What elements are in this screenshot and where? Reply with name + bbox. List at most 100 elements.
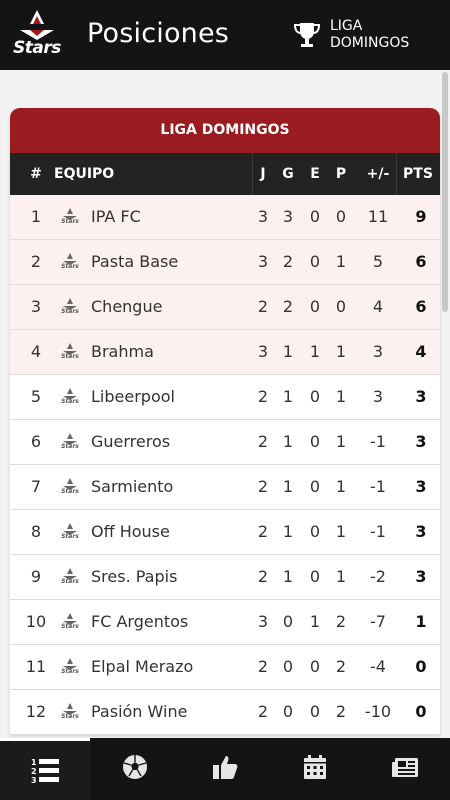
team-logo-text: Stars	[61, 578, 79, 585]
table-row[interactable]: 12 Stars Pasión Wine 2 0 0 2 -10 0	[10, 690, 440, 735]
row-played: 2	[257, 432, 269, 451]
team-logo-text: Stars	[61, 533, 79, 540]
table-row[interactable]: 9 Stars Sres. Papis 2 1 0 1 -2 3	[10, 555, 440, 600]
column-won: G	[282, 166, 294, 182]
row-points: 3	[415, 477, 427, 496]
row-won: 2	[282, 252, 294, 271]
row-position: 12	[25, 702, 47, 721]
table-row[interactable]: 1 Stars IPA FC 3 3 0 0 11 9	[10, 195, 440, 240]
table-row[interactable]: 6 Stars Guerreros 2 1 0 1 -1 3	[10, 420, 440, 465]
nav-news[interactable]	[360, 738, 450, 800]
row-team-name: Pasión Wine	[91, 702, 188, 721]
row-team-name: Chengue	[91, 297, 163, 316]
row-points: 4	[415, 342, 427, 361]
row-played: 3	[257, 207, 269, 226]
row-points: 3	[415, 432, 427, 451]
row-played: 2	[257, 477, 269, 496]
row-position: 6	[30, 432, 42, 451]
table-row[interactable]: 11 Stars Elpal Merazo 2 0 0 2 -4 0	[10, 645, 440, 690]
row-goal-difference: 4	[372, 297, 384, 316]
row-team-name: Sarmiento	[91, 477, 174, 496]
row-lost: 1	[335, 522, 347, 541]
league-label: LIGA DOMINGOS	[330, 18, 410, 51]
column-goal-difference: +/-	[366, 166, 390, 182]
row-goal-difference: -1	[370, 477, 386, 496]
nav-matches[interactable]	[90, 738, 180, 800]
table-row[interactable]: 4 Stars Brahma 3 1 1 1 3 4	[10, 330, 440, 375]
row-position: 1	[30, 207, 42, 226]
row-goal-difference: 5	[372, 252, 384, 271]
row-points: 0	[415, 657, 427, 676]
column-divider	[396, 153, 397, 195]
table-row[interactable]: 8 Stars Off House 2 1 0 1 -1 3	[10, 510, 440, 555]
table-row[interactable]: 7 Stars Sarmiento 2 1 0 1 -1 3	[10, 465, 440, 510]
row-lost: 1	[335, 432, 347, 451]
row-points: 9	[415, 207, 427, 226]
row-drawn: 0	[309, 252, 321, 271]
row-goal-difference: -1	[370, 432, 386, 451]
nav-standings[interactable]: 1 2 3	[0, 738, 90, 800]
row-lost: 2	[335, 702, 347, 721]
row-drawn: 0	[309, 432, 321, 451]
row-played: 3	[257, 252, 269, 271]
row-goal-difference: -1	[370, 522, 386, 541]
team-logo-text: Stars	[61, 623, 79, 630]
row-lost: 1	[335, 252, 347, 271]
row-drawn: 0	[309, 207, 321, 226]
standings-scroll-area[interactable]: LIGA DOMINGOS # EQUIPO J G E P +/- PTS 1…	[0, 70, 450, 738]
team-logo-icon: Stars	[57, 566, 83, 588]
nav-calendar[interactable]	[270, 738, 360, 800]
column-position: #	[30, 166, 42, 182]
row-team-name: Libeerpool	[91, 387, 175, 406]
table-row[interactable]: 2 Stars Pasta Base 3 2 0 1 5 6	[10, 240, 440, 285]
table-title: LIGA DOMINGOS	[10, 108, 440, 153]
row-played: 3	[257, 612, 269, 631]
table-row[interactable]: 3 Stars Chengue 2 2 0 0 4 6	[10, 285, 440, 330]
column-team: EQUIPO	[54, 166, 115, 182]
league-selector-button[interactable]: LIGA DOMINGOS	[288, 14, 438, 58]
team-logo-text: Stars	[61, 713, 79, 720]
column-lost: P	[335, 166, 347, 182]
row-team-name: Off House	[91, 522, 170, 541]
row-points: 3	[415, 567, 427, 586]
team-logo-text: Stars	[61, 308, 79, 315]
row-points: 1	[415, 612, 427, 631]
row-drawn: 0	[309, 387, 321, 406]
row-lost: 1	[335, 387, 347, 406]
row-won: 1	[282, 342, 294, 361]
standings-table: LIGA DOMINGOS # EQUIPO J G E P +/- PTS 1…	[10, 108, 440, 735]
row-won: 1	[282, 567, 294, 586]
scrollbar-thumb[interactable]	[442, 72, 448, 312]
row-drawn: 0	[309, 477, 321, 496]
row-position: 9	[30, 567, 42, 586]
row-played: 2	[257, 657, 269, 676]
row-goal-difference: -7	[370, 612, 386, 631]
row-points: 3	[415, 522, 427, 541]
stars-logo[interactable]: Stars	[6, 8, 68, 60]
row-drawn: 0	[309, 657, 321, 676]
team-logo-icon: Stars	[57, 521, 83, 543]
row-team-name: Guerreros	[91, 432, 171, 451]
row-played: 2	[257, 522, 269, 541]
row-goal-difference: -10	[364, 702, 392, 721]
row-position: 2	[30, 252, 42, 271]
table-row[interactable]: 10 Stars FC Argentos 3 0 1 2 -7 1	[10, 600, 440, 645]
row-position: 5	[30, 387, 42, 406]
row-won: 0	[282, 612, 294, 631]
column-played: J	[260, 166, 266, 182]
row-team-name: Sres. Papis	[91, 567, 178, 586]
row-played: 2	[257, 702, 269, 721]
row-won: 1	[282, 477, 294, 496]
thumbs-up-icon	[213, 756, 238, 779]
row-team-name: IPA FC	[91, 207, 141, 226]
team-logo-text: Stars	[61, 353, 79, 360]
svg-text:3: 3	[31, 776, 37, 784]
row-position: 10	[25, 612, 47, 631]
row-goal-difference: 11	[367, 207, 389, 226]
table-row[interactable]: 5 Stars Libeerpool 2 1 0 1 3 3	[10, 375, 440, 420]
row-team-name: Pasta Base	[91, 252, 179, 271]
row-won: 3	[282, 207, 294, 226]
nav-votes[interactable]	[180, 738, 270, 800]
team-logo-text: Stars	[61, 398, 79, 405]
row-played: 2	[257, 567, 269, 586]
